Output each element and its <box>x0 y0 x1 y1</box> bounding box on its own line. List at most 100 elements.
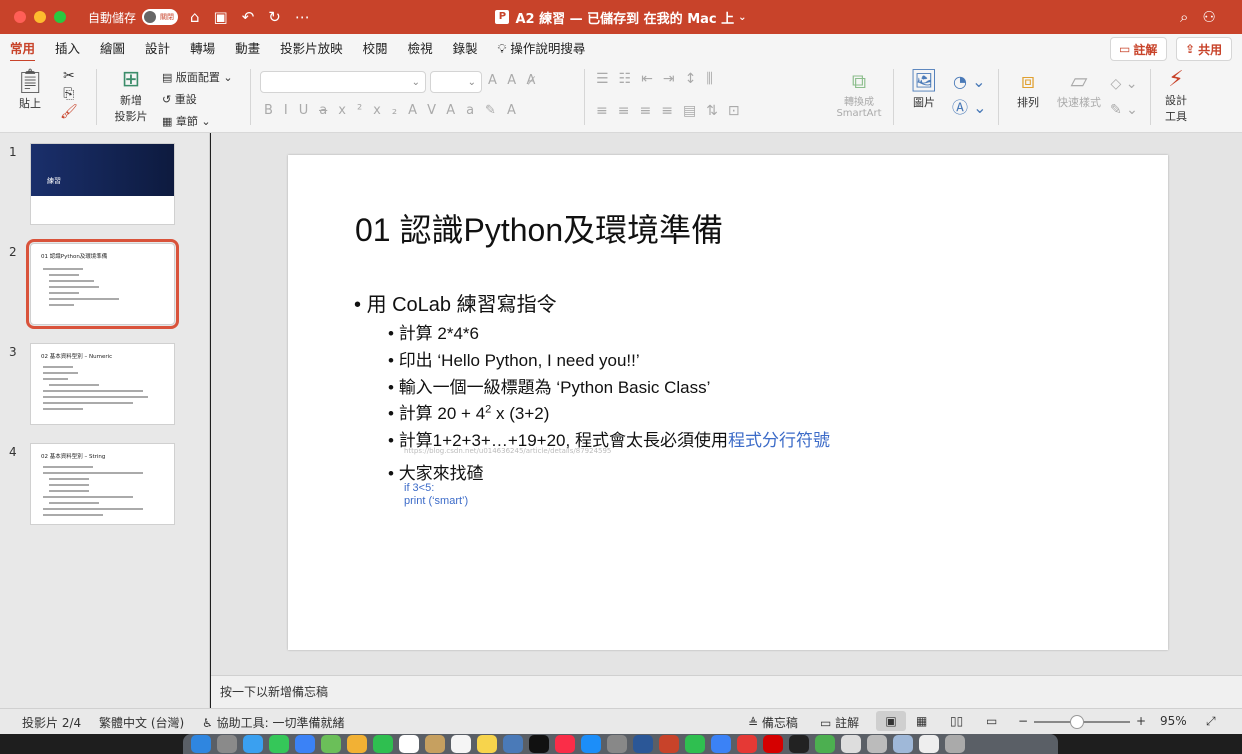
slideshow-icon[interactable]: ▭ <box>986 714 997 728</box>
tab-draw[interactable]: 繪圖 <box>100 38 125 57</box>
launchpad-icon[interactable] <box>217 735 237 753</box>
slide-title[interactable]: 01 認識Python及環境準備 <box>355 205 723 251</box>
apple-tv-icon[interactable] <box>529 735 549 753</box>
finder-icon[interactable] <box>191 735 211 753</box>
layout-button[interactable]: ▤ 版面配置 ⌄ <box>162 67 233 89</box>
fit-to-window-icon[interactable]: ⤢ <box>1206 714 1216 729</box>
netflix-icon[interactable] <box>763 735 783 753</box>
outdent-icon[interactable]: ⇤ <box>641 71 663 87</box>
subscript-icon[interactable]: x₂ <box>373 103 408 118</box>
accessibility-status[interactable]: ♿︎ 協助工具: 一切準備就緒 <box>202 714 344 731</box>
notes-toggle[interactable]: ≜ 備忘稿 <box>748 714 798 731</box>
copy-icon[interactable]: ⎘ <box>60 85 78 103</box>
powerpoint-dock-icon[interactable] <box>659 735 679 753</box>
notes-app-icon[interactable] <box>477 735 497 753</box>
format-painter-icon[interactable]: 🖌︎ <box>60 103 78 121</box>
slide-sub-bullet[interactable]: • 計算 20 + 42 x (3+2) <box>388 399 549 424</box>
slide-sub-bullet[interactable]: • 印出 ‘Hello Python, I need you!!’ <box>388 346 640 371</box>
slide-bullet[interactable]: • 用 CoLab 練習寫指令 <box>354 288 557 317</box>
justify-icon[interactable]: ≡ <box>661 103 683 119</box>
line-icon[interactable] <box>685 735 705 753</box>
slide-sub-bullet[interactable]: • 大家來找碴 <box>388 459 484 484</box>
freeform-icon[interactable] <box>503 735 523 753</box>
comments-toggle[interactable]: ▭ 註解 <box>820 714 859 731</box>
convert-smartart-button[interactable]: ⧉ 轉換成 SmartArt <box>832 69 886 119</box>
shape-outline-icon[interactable]: ✎ ⌄ <box>1110 97 1138 123</box>
document-icon[interactable] <box>919 735 939 753</box>
slide-thumbnail[interactable]: 02 基本資料型別 – Numeric <box>30 343 175 425</box>
reminders-icon[interactable] <box>451 735 471 753</box>
text-direction-icon[interactable]: ⇅ <box>706 103 728 119</box>
zoom-slider-handle[interactable] <box>1070 715 1084 729</box>
tab-record[interactable]: 錄製 <box>453 38 478 57</box>
app-store-icon[interactable] <box>581 735 601 753</box>
document-title[interactable]: P A2 練習 — 已儲存到 在我的 Mac 上 ⌄ <box>0 0 1242 34</box>
slide-sorter-icon[interactable]: ▦ <box>916 714 927 728</box>
bold-icon[interactable]: B <box>264 103 284 118</box>
slide-thumbnail[interactable]: 01 認識Python及環境準備 <box>26 239 179 329</box>
align-center-icon[interactable]: ≡ <box>618 103 640 119</box>
quick-style-button[interactable]: ▱ 快速樣式 <box>1056 69 1102 110</box>
case-icon[interactable]: Aa <box>446 103 485 118</box>
chrome-icon[interactable] <box>815 735 835 753</box>
strikethrough-icon[interactable]: a̶ <box>319 103 338 118</box>
facetime-icon[interactable] <box>373 735 393 753</box>
section-button[interactable]: ▦ 章節 ⌄ <box>162 111 233 133</box>
align-right-icon[interactable]: ≡ <box>639 103 661 119</box>
arrange-button[interactable]: ⧈ 排列 <box>1008 69 1048 110</box>
calendar-icon[interactable] <box>399 735 419 753</box>
line-continuation-link[interactable]: 程式分行符號 <box>728 431 830 450</box>
picture-button[interactable]: 🖼︎ 圖片 <box>904 69 944 110</box>
tab-design[interactable]: 設計 <box>145 38 170 57</box>
slide-sub-bullet[interactable]: • 計算 2*4*6 <box>388 319 479 344</box>
share-button[interactable]: ⇪ 共用 <box>1176 37 1232 61</box>
preview-icon[interactable] <box>841 735 861 753</box>
decrease-font-icon[interactable]: A <box>507 73 526 88</box>
music-icon[interactable] <box>555 735 575 753</box>
slide-thumbnail[interactable]: 02 基本資料型別 – String <box>30 443 175 525</box>
safari-icon[interactable] <box>243 735 263 753</box>
slide-thumbnail[interactable]: 練習 <box>30 143 175 225</box>
font-size-select[interactable]: ⌄ <box>430 71 482 93</box>
align-text-icon[interactable]: ⊡ <box>728 103 750 119</box>
messages-icon[interactable] <box>269 735 289 753</box>
font-family-select[interactable]: ⌄ <box>260 71 426 93</box>
shapes-icon[interactable]: ◔ ⌄ <box>952 69 987 95</box>
help-search[interactable]: 💡︎ 操作說明搜尋 <box>498 38 586 57</box>
photos-icon[interactable] <box>347 735 367 753</box>
search-icon[interactable]: ⌕ <box>1180 8 1188 26</box>
columns-icon[interactable]: ⫼ <box>706 71 722 87</box>
spacing-icon[interactable]: AV <box>408 103 446 118</box>
increase-font-icon[interactable]: A <box>488 73 507 88</box>
bullets-icon[interactable]: ☰ <box>596 71 619 87</box>
tab-slideshow[interactable]: 投影片放映 <box>280 38 343 57</box>
slide-sub-bullet[interactable]: • 輸入一個一級標題為 ‘Python Basic Class’ <box>388 373 710 398</box>
zoom-level[interactable]: 95% <box>1160 714 1187 728</box>
line-spacing-icon[interactable]: ↕ <box>685 71 707 87</box>
designer-button[interactable]: ⚡︎ 設計 工具 <box>1160 67 1192 124</box>
youtube-icon[interactable] <box>737 735 757 753</box>
tab-insert[interactable]: 插入 <box>55 38 80 57</box>
notes-pane[interactable]: 按一下以新增備忘稿 <box>211 675 1242 708</box>
paste-button[interactable]: 📋︎ 貼上 <box>12 67 48 111</box>
word-icon[interactable] <box>633 735 653 753</box>
contacts-icon[interactable] <box>425 735 445 753</box>
italic-icon[interactable]: I <box>284 103 299 118</box>
normal-view-icon[interactable]: ▣ <box>876 711 906 731</box>
mail-icon[interactable] <box>295 735 315 753</box>
superscript-icon[interactable]: x² <box>338 103 373 118</box>
account-icon[interactable]: ⚇ <box>1202 8 1215 26</box>
underline-icon[interactable]: U <box>299 103 320 118</box>
language-indicator[interactable]: 繁體中文 (台灣) <box>99 714 184 731</box>
tab-view[interactable]: 檢視 <box>408 38 433 57</box>
current-slide[interactable]: 01 認識Python及環境準備 • 用 CoLab 練習寫指令 • 計算 2*… <box>288 155 1168 650</box>
numbering-icon[interactable]: ☷ <box>619 71 642 87</box>
font-color-icon[interactable]: A <box>507 103 527 118</box>
cut-icon[interactable]: ✂ <box>60 67 78 85</box>
reset-button[interactable]: ↺ 重設 <box>162 89 233 111</box>
tab-review[interactable]: 校閱 <box>363 38 388 57</box>
files-icon[interactable] <box>711 735 731 753</box>
zoom-in-icon[interactable]: + <box>1136 714 1146 728</box>
settings-icon[interactable] <box>607 735 627 753</box>
tab-animations[interactable]: 動畫 <box>235 38 260 57</box>
